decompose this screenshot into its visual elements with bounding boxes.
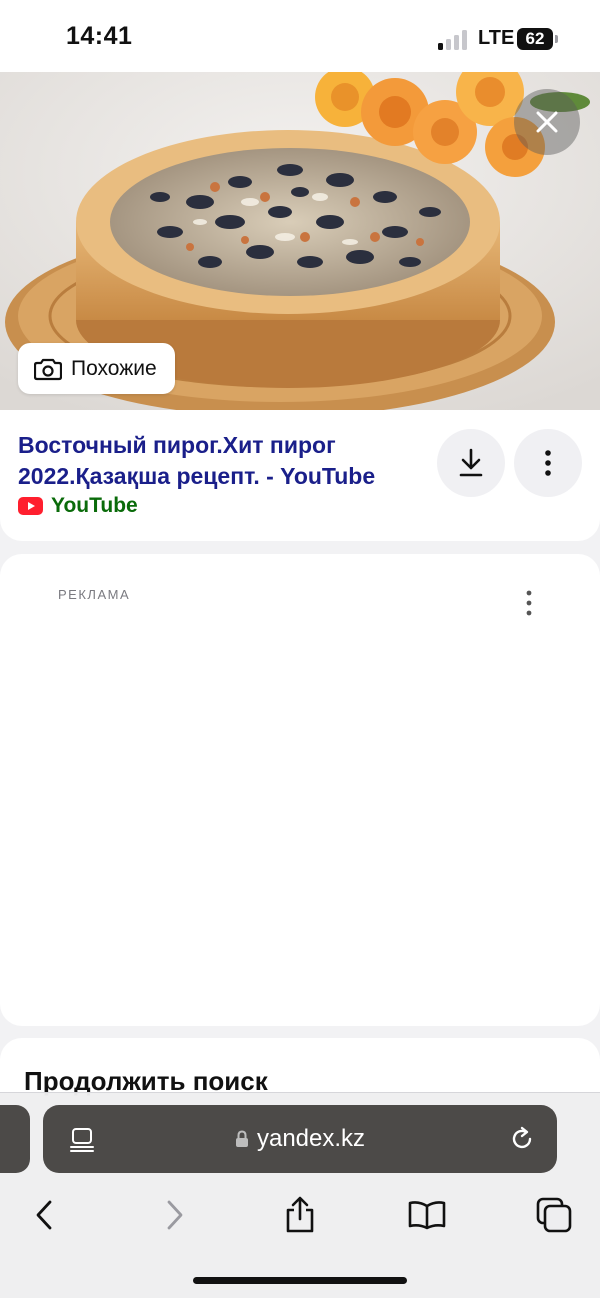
result-card: Восточный пирог.Хит пирог 2022.Қазақша р…: [0, 410, 600, 541]
download-button[interactable]: [437, 429, 505, 497]
youtube-logo-icon: [18, 497, 43, 515]
forward-icon: [167, 1200, 183, 1230]
ad-label: РЕКЛАМА: [58, 587, 131, 602]
status-bar: 14:41 LTE 62: [0, 0, 600, 72]
result-title-link[interactable]: Восточный пирог.Хит пирог 2022.Қазақша р…: [18, 430, 428, 492]
url-text: yandex.kz: [256, 1125, 366, 1152]
browser-bottom-bar: yandex.kz: [0, 1092, 600, 1298]
home-indicator: [193, 1277, 407, 1284]
more-vertical-icon: [545, 450, 551, 476]
ad-menu-button[interactable]: [519, 588, 539, 618]
tabs-button[interactable]: [532, 1193, 576, 1237]
battery-cap: [555, 35, 558, 43]
close-icon: [536, 111, 558, 133]
source-label: YouTube: [51, 494, 138, 517]
address-bar[interactable]: yandex.kz: [43, 1105, 557, 1173]
signal-icon: [438, 30, 470, 50]
more-vertical-icon: [526, 590, 532, 616]
ad-card: РЕКЛАМА: [0, 554, 600, 1026]
share-button[interactable]: [278, 1193, 322, 1237]
battery-icon: 62: [517, 28, 553, 50]
close-button[interactable]: [514, 89, 580, 155]
back-button[interactable]: [22, 1193, 66, 1237]
network-label: LTE: [478, 27, 515, 49]
result-source[interactable]: YouTube: [18, 494, 138, 518]
reload-icon[interactable]: [508, 1125, 536, 1153]
lock-icon: [235, 1130, 248, 1147]
share-icon: [286, 1196, 314, 1233]
bookmarks-button[interactable]: [405, 1193, 449, 1237]
url-display[interactable]: yandex.kz: [43, 1125, 557, 1153]
more-options-button[interactable]: [514, 429, 582, 497]
download-icon: [459, 448, 483, 477]
similar-label: Похожие: [71, 356, 157, 380]
back-icon: [36, 1200, 52, 1230]
similar-button[interactable]: Похожие: [18, 343, 175, 394]
camera-icon: [34, 358, 62, 380]
bookmarks-icon: [408, 1201, 446, 1230]
previous-tab-pill[interactable]: [0, 1105, 30, 1173]
tabs-icon: [536, 1197, 572, 1233]
status-time: 14:41: [66, 22, 133, 50]
forward-button[interactable]: [153, 1193, 197, 1237]
